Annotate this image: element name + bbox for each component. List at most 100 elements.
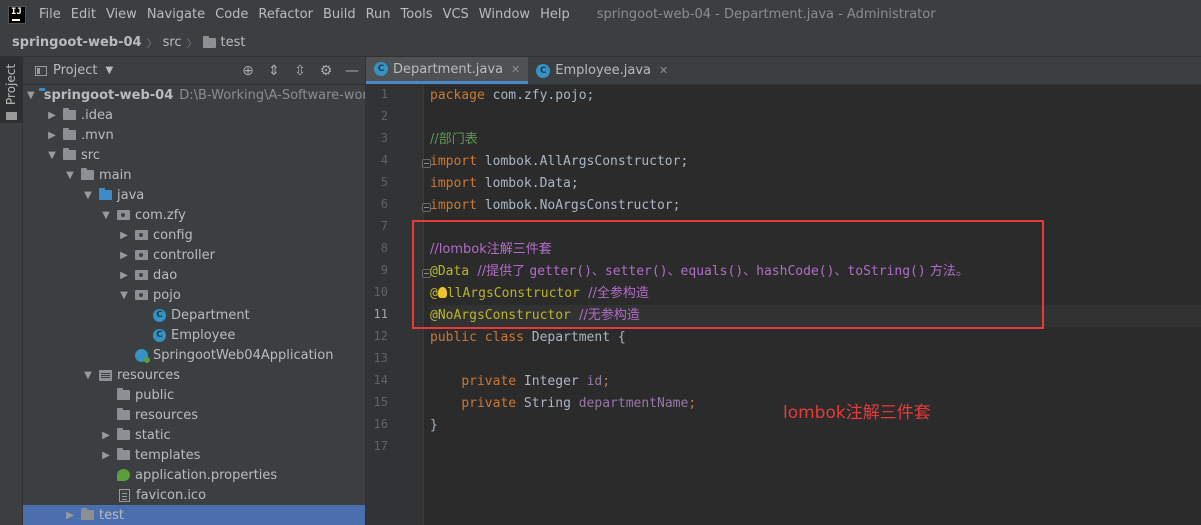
lightbulb-icon[interactable] <box>437 287 447 298</box>
code-text: com.zfy.pojo; <box>484 88 595 103</box>
line-number-current: 11 <box>373 307 388 321</box>
code-keyword: private <box>461 396 517 411</box>
tree-item-pojo[interactable]: ▼ pojo <box>23 285 365 305</box>
tree-item-application[interactable]: SpringootWeb04Application <box>23 345 365 365</box>
tree-item-public[interactable]: public <box>23 385 365 405</box>
code-line-9: @Data //提供了 getter()、setter()、equals()、h… <box>430 261 1201 283</box>
tree-item-dao[interactable]: ▶ dao <box>23 265 365 285</box>
menu-vcs[interactable]: VCS <box>438 7 474 22</box>
project-panel-title[interactable]: Project <box>53 63 97 78</box>
menu-window[interactable]: Window <box>474 7 535 22</box>
tree-item-label: Department <box>171 307 250 323</box>
tree-item-test[interactable]: ▶ test <box>23 505 365 525</box>
tab-department-java[interactable]: C Department.java ✕ <box>366 57 529 84</box>
line-number: 8 <box>380 241 388 255</box>
tab-label: Employee.java <box>555 63 652 78</box>
tree-item-idea[interactable]: ▶ .idea <box>23 105 365 125</box>
menu-code[interactable]: Code <box>210 7 253 22</box>
menu-help[interactable]: Help <box>535 7 575 22</box>
chevron-down-icon[interactable]: ▼ <box>117 290 131 301</box>
code-comment: //无参构造 <box>570 308 640 323</box>
package-icon <box>135 290 148 300</box>
spring-boot-class-icon <box>135 348 150 363</box>
breadcrumb-test[interactable]: test <box>221 35 246 50</box>
java-class-icon: C <box>374 62 388 76</box>
tree-item-templates[interactable]: ▶ templates <box>23 445 365 465</box>
chevron-right-icon[interactable]: ▶ <box>45 130 59 141</box>
menu-edit[interactable]: Edit <box>66 7 101 22</box>
tree-item-config[interactable]: ▶ config <box>23 225 365 245</box>
line-number: 7 <box>380 219 388 233</box>
project-tool-tab[interactable]: Project <box>0 57 23 123</box>
project-tree: ▼ springoot-web-04 D:\B-Working\A-Softwa… <box>23 85 365 525</box>
tree-item-resources[interactable]: ▼ resources <box>23 365 365 385</box>
folder-icon <box>63 128 76 140</box>
tree-item-label: controller <box>153 247 216 263</box>
tree-item-label: main <box>99 167 132 183</box>
breadcrumb-project[interactable]: springoot-web-04 <box>12 35 142 50</box>
code-comment: //全参构造 <box>579 286 649 301</box>
resources-folder-icon <box>99 369 112 381</box>
breadcrumb-src[interactable]: src <box>163 35 182 50</box>
menu-refactor[interactable]: Refactor <box>253 7 318 22</box>
tree-item-src[interactable]: ▼ src <box>23 145 365 165</box>
tree-item-resources-sub[interactable]: resources <box>23 405 365 425</box>
chevron-right-icon[interactable]: ▶ <box>63 510 77 521</box>
expand-all-icon[interactable]: ⇕ <box>261 63 287 79</box>
tree-item-favicon[interactable]: favicon.ico <box>23 485 365 505</box>
code-text: lombok.AllArgsConstructor; <box>476 154 689 169</box>
menu-view[interactable]: View <box>101 7 142 22</box>
gear-icon[interactable]: ⚙ <box>313 63 339 79</box>
code-keyword: package <box>430 88 485 103</box>
chevron-down-icon[interactable]: ▼ <box>105 65 113 76</box>
tool-window-strip: Project <box>0 57 23 525</box>
chevron-down-icon[interactable]: ▼ <box>45 150 59 161</box>
chevron-right-icon[interactable]: ▶ <box>45 110 59 121</box>
chevron-right-icon[interactable]: ▶ <box>99 430 113 441</box>
folder-icon <box>81 508 94 520</box>
menu-build[interactable]: Build <box>318 7 361 22</box>
code-punct: ; <box>602 374 611 389</box>
tree-item-static[interactable]: ▶ static <box>23 425 365 445</box>
menu-file[interactable]: File <box>34 7 66 22</box>
line-number-gutter: 1 2 3 4 5 6 7 8 9 10 11 12 13 14 15 16 1… <box>366 85 431 525</box>
properties-file-icon <box>117 469 130 481</box>
folder-icon <box>202 35 216 48</box>
code-line-4: import lombok.AllArgsConstructor; <box>430 151 1201 173</box>
tab-employee-java[interactable]: C Employee.java ✕ <box>528 57 676 84</box>
package-icon <box>117 210 130 220</box>
chevron-right-icon[interactable]: ▶ <box>117 270 131 281</box>
tree-item-employee[interactable]: C Employee <box>23 325 365 345</box>
tree-item-main[interactable]: ▼ main <box>23 165 365 185</box>
tree-item-department[interactable]: C Department <box>23 305 365 325</box>
tree-item-java[interactable]: ▼ java <box>23 185 365 205</box>
chevron-right-icon[interactable]: ▶ <box>99 450 113 461</box>
tree-item-comzfy[interactable]: ▼ com.zfy <box>23 205 365 225</box>
code-annotation: @NoArgsConstructor <box>430 308 571 323</box>
code-comment: getter()、setter()、equals()、hashCode()、to… <box>529 264 926 279</box>
locate-icon[interactable]: ⊕ <box>235 63 261 79</box>
menu-run[interactable]: Run <box>361 7 396 22</box>
code-line-3: //部门表 <box>430 129 1201 151</box>
minimize-icon[interactable]: — <box>339 63 365 79</box>
close-icon[interactable]: ✕ <box>659 64 668 77</box>
menu-tools[interactable]: Tools <box>396 7 438 22</box>
menu-navigate[interactable]: Navigate <box>142 7 210 22</box>
chevron-down-icon[interactable]: ▼ <box>63 170 77 181</box>
code-line-12: public class Department { <box>430 327 1201 349</box>
tree-item-root[interactable]: ▼ springoot-web-04 D:\B-Working\A-Softwa… <box>23 85 365 105</box>
tree-item-label: application.properties <box>135 467 278 483</box>
tree-item-mvn[interactable]: ▶ .mvn <box>23 125 365 145</box>
chevron-down-icon[interactable]: ▼ <box>99 210 113 221</box>
collapse-all-icon[interactable]: ⇳ <box>287 63 313 79</box>
code-area[interactable]: package com.zfy.pojo; //部门表 import lombo… <box>430 85 1201 525</box>
chevron-right-icon[interactable]: ▶ <box>117 230 131 241</box>
tree-item-controller[interactable]: ▶ controller <box>23 245 365 265</box>
folder-icon <box>81 168 94 180</box>
chevron-down-icon[interactable]: ▼ <box>81 190 95 201</box>
chevron-down-icon[interactable]: ▼ <box>81 370 95 381</box>
chevron-right-icon[interactable]: ▶ <box>117 250 131 261</box>
tree-item-application-properties[interactable]: application.properties <box>23 465 365 485</box>
close-icon[interactable]: ✕ <box>511 63 520 76</box>
chevron-down-icon[interactable]: ▼ <box>27 90 35 101</box>
